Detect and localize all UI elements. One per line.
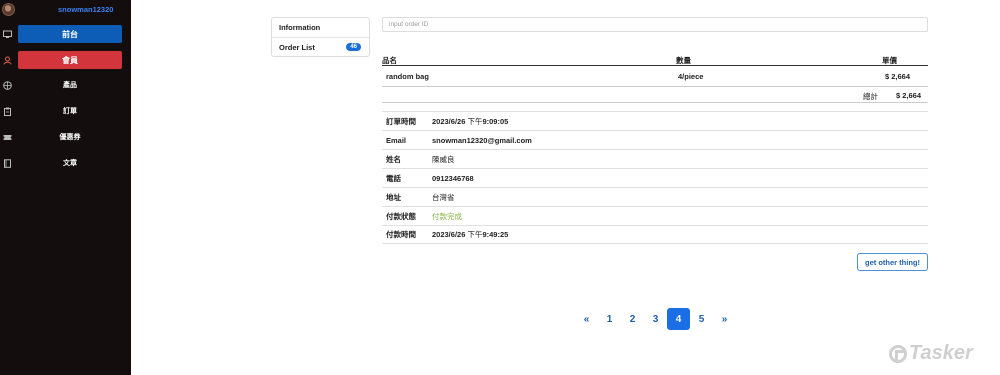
information-tab[interactable]: Information bbox=[272, 18, 369, 37]
sidebar-item-label[interactable]: 文章 bbox=[18, 154, 122, 172]
username[interactable]: snowman12320 bbox=[58, 5, 113, 14]
page-2[interactable]: 2 bbox=[621, 308, 644, 330]
detail-row-payment-time: 付款時間 2023/6/26 下午9:49:25 bbox=[382, 225, 928, 244]
tasker-logo-icon bbox=[889, 344, 907, 363]
order-id-input[interactable] bbox=[382, 17, 928, 32]
detail-label: Email bbox=[386, 135, 407, 145]
avatar[interactable] bbox=[2, 2, 15, 16]
page-1[interactable]: 1 bbox=[598, 308, 621, 330]
total-row: 總計 $ 2,664 bbox=[382, 87, 928, 103]
page-5[interactable]: 5 bbox=[690, 308, 713, 330]
ticket-icon bbox=[3, 133, 12, 142]
get-other-thing-button[interactable]: get other thing! bbox=[857, 253, 928, 271]
product-table-header: 品名 數量 單價 bbox=[382, 55, 928, 65]
detail-label: 姓名 bbox=[386, 154, 401, 164]
clipboard-icon bbox=[3, 107, 12, 116]
total-value: $ 2,664 bbox=[896, 91, 922, 100]
book-icon bbox=[3, 158, 12, 168]
sidebar-item-front[interactable]: 前台 bbox=[0, 25, 131, 43]
order-list-label: Order List bbox=[279, 42, 315, 52]
detail-label: 訂單時間 bbox=[386, 116, 416, 126]
detail-label: 電話 bbox=[386, 173, 401, 183]
pagination: « 1 2 3 4 5 » bbox=[575, 308, 736, 330]
payment-ampm: 下午 bbox=[467, 230, 483, 239]
detail-label: 付款狀態 bbox=[386, 211, 416, 221]
detail-row-email: Email snowman12320@gmail.com bbox=[382, 130, 928, 149]
detail-row-order-time: 訂單時間 2023/6/26 下午9:09:05 bbox=[382, 111, 928, 130]
order-panel: Information Order List 46 bbox=[271, 17, 370, 57]
sidebar-item-orders[interactable]: 訂單 bbox=[0, 102, 131, 120]
tasker-watermark: Tasker bbox=[889, 342, 973, 365]
detail-label: 付款時間 bbox=[386, 230, 416, 239]
sidebar-item-coupons[interactable]: 優惠券 bbox=[0, 128, 131, 146]
user-header: snowman12320 bbox=[0, 0, 131, 18]
detail-value: 0912346768 bbox=[432, 173, 474, 183]
table-row: random bag 4/piece $ 2,664 bbox=[382, 65, 928, 87]
order-date: 2023/6/26 bbox=[432, 116, 466, 126]
sidebar-item-label[interactable]: 優惠券 bbox=[18, 128, 122, 146]
order-time: 9:09:05 bbox=[482, 116, 509, 126]
detail-value: 2023/6/26 下午9:09:05 bbox=[432, 116, 508, 127]
order-list-tab[interactable]: Order List 46 bbox=[272, 37, 369, 56]
payment-status: 付款完成 bbox=[432, 211, 462, 221]
sidebar: snowman12320 前台 會員 產品 訂單 優惠券 文章 bbox=[0, 0, 131, 375]
detail-row-name: 姓名 陳威良 bbox=[382, 149, 928, 168]
sidebar-item-articles[interactable]: 文章 bbox=[0, 154, 131, 172]
detail-value: 台灣省 bbox=[432, 192, 455, 202]
payment-time: 9:49:25 bbox=[482, 230, 509, 239]
order-details: 訂單時間 2023/6/26 下午9:09:05 Email snowman12… bbox=[382, 111, 928, 244]
page-3[interactable]: 3 bbox=[644, 308, 667, 330]
sidebar-item-label[interactable]: 前台 bbox=[18, 25, 122, 43]
payment-date: 2023/6/26 bbox=[432, 230, 466, 239]
product-name: random bag bbox=[386, 72, 429, 81]
detail-row-phone: 電話 0912346768 bbox=[382, 168, 928, 187]
detail-row-payment-status: 付款狀態 付款完成 bbox=[382, 206, 928, 225]
total-label: 總計 bbox=[863, 92, 878, 101]
product-price: $ 2,664 bbox=[885, 72, 911, 81]
basketball-icon bbox=[3, 80, 12, 90]
watermark-text: Tasker bbox=[909, 342, 973, 364]
user-icon bbox=[3, 56, 12, 65]
monitor-icon bbox=[3, 30, 12, 39]
sidebar-item-label[interactable]: 訂單 bbox=[18, 102, 122, 120]
sidebar-item-member[interactable]: 會員 bbox=[0, 51, 131, 69]
detail-value: 陳威良 bbox=[432, 154, 455, 164]
information-label: Information bbox=[279, 23, 321, 32]
product-qty: 4/piece bbox=[678, 72, 704, 81]
sidebar-item-products[interactable]: 產品 bbox=[0, 76, 131, 94]
sidebar-item-label[interactable]: 會員 bbox=[18, 51, 122, 69]
detail-value: 2023/6/26 下午9:49:25 bbox=[432, 229, 508, 240]
sidebar-item-label[interactable]: 產品 bbox=[18, 76, 122, 94]
order-ampm: 下午 bbox=[467, 116, 483, 126]
order-count-badge: 46 bbox=[346, 43, 361, 51]
detail-row-address: 地址 台灣省 bbox=[382, 187, 928, 206]
detail-label: 地址 bbox=[386, 192, 401, 202]
next-page-button[interactable]: » bbox=[713, 308, 736, 330]
prev-page-button[interactable]: « bbox=[575, 308, 598, 330]
detail-value: snowman12320@gmail.com bbox=[432, 135, 532, 145]
page-4-current[interactable]: 4 bbox=[667, 308, 690, 330]
